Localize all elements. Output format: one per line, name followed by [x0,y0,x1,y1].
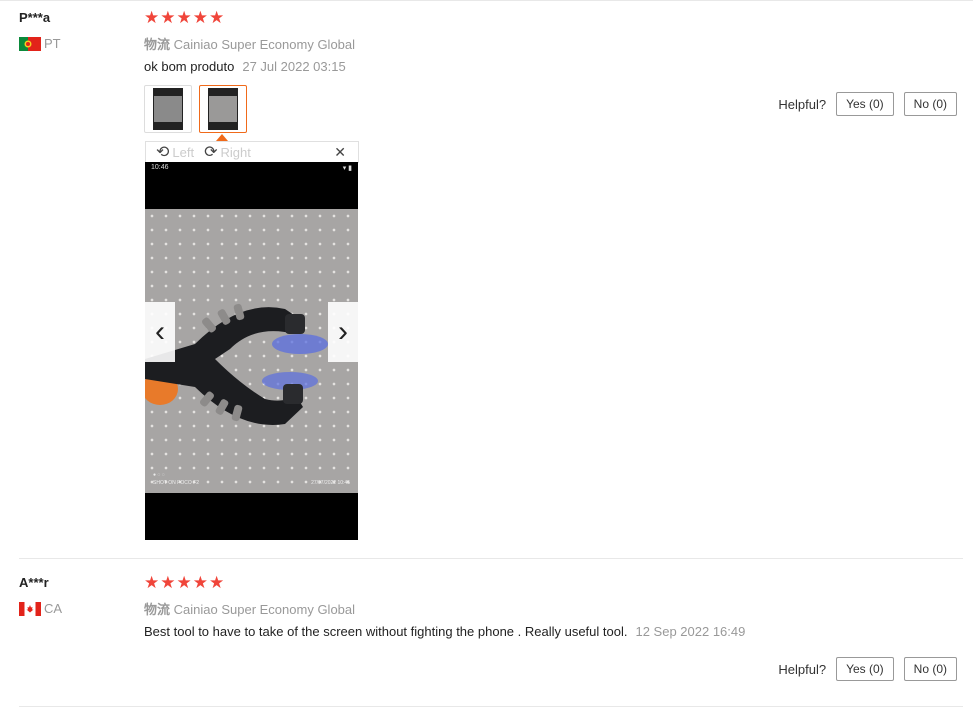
rotate-right-icon: ⟳ [204,144,218,161]
review-divider [19,558,963,559]
review-date: 12 Sep 2022 16:49 [635,624,746,639]
helpful-label: Helpful? [778,661,827,677]
photo-timestamp: 27/07/2022 10:45 [311,480,350,486]
suction-clamp-tool-picture [145,303,328,425]
rotate-right-button[interactable]: ⟳ Right [204,142,251,162]
active-thumb-caret [216,134,228,141]
comment-text: ok bom produto [144,59,235,74]
rotate-left-label: Left [172,144,195,160]
reviewer-name: P***a [19,10,51,25]
logistics-info: 物流 Cainiao Super Economy Global [144,599,355,618]
review-photo-thumbnail-active[interactable] [199,85,247,133]
chevron-right-icon: › [338,315,348,348]
chevron-left-icon: ‹ [155,315,165,348]
reviewer-country: CA [19,601,62,616]
helpful-yes-button[interactable]: Yes (0) [836,657,894,681]
logistics-value: Cainiao Super Economy Global [173,602,356,617]
helpful-label: Helpful? [778,96,827,112]
star-rating: ★★★★★ [144,8,226,27]
flag-pt-icon [19,36,41,51]
review-date: 27 Jul 2022 03:15 [242,59,346,74]
prev-photo-button[interactable]: ‹ [145,302,175,362]
review-photo-large: 10:46 ▾ ▮ ● ◌ ◌ SHOT ON POCO F2 27/07/20… [145,162,358,540]
helpful-votes: Helpful? Yes (0) No (0) [778,657,957,681]
review-comment: ok bom produto 27 Jul 2022 03:15 [144,59,346,74]
reviewer-name: A***r [19,575,49,590]
comment-text: Best tool to have to take of the screen … [144,624,628,639]
helpful-no-button[interactable]: No (0) [903,657,957,681]
flag-ca-icon [19,601,41,616]
review-photo-thumbnail[interactable] [144,85,192,133]
photo-watermark-icon: ● ◌ ◌ [153,472,165,478]
helpful-votes: Helpful? Yes (0) No (0) [778,92,957,116]
close-icon[interactable]: ✕ [334,144,346,161]
logistics-label: 物流 [144,602,171,617]
rotate-left-button[interactable]: ⟲ Left [156,142,194,162]
photo-status-icons: ▾ ▮ [342,165,352,172]
photo-content [145,209,358,493]
rotate-right-label: Right [220,144,251,160]
image-viewer-toolbar: ⟲ Left ⟳ Right ✕ [145,141,359,163]
top-divider [0,0,973,1]
review-divider [19,706,963,707]
rotate-left-icon: ⟲ [156,144,170,161]
helpful-yes-button[interactable]: Yes (0) [836,92,894,116]
country-code: CA [44,601,63,616]
next-photo-button[interactable]: › [328,302,358,362]
photo-status-time: 10:46 [151,164,169,171]
photo-watermark: SHOT ON POCO F2 [153,480,200,486]
logistics-label: 物流 [144,37,171,52]
logistics-value: Cainiao Super Economy Global [173,37,356,52]
review-comment: Best tool to have to take of the screen … [144,624,745,639]
reviewer-country: PT [19,36,61,51]
helpful-no-button[interactable]: No (0) [903,92,957,116]
star-rating: ★★★★★ [144,573,226,592]
country-code: PT [44,36,61,51]
logistics-info: 物流 Cainiao Super Economy Global [144,34,355,53]
